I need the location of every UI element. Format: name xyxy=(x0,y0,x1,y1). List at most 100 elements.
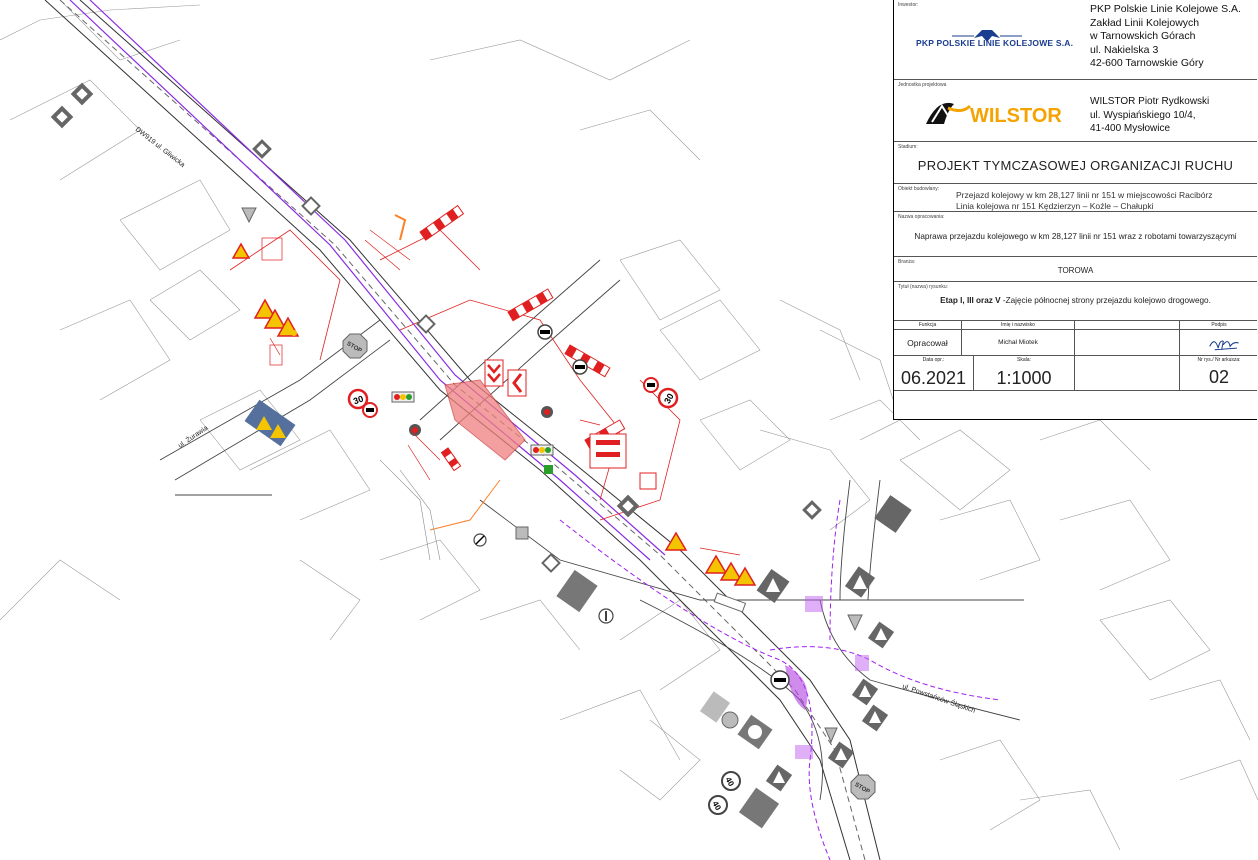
designer-line: 41-400 Mysłowice xyxy=(1090,123,1171,134)
warning-triangle-icon xyxy=(231,242,251,259)
object-line: Przejazd kolejowy w km 28,127 linii nr 1… xyxy=(956,190,1213,200)
sign-plate-icon xyxy=(639,472,657,490)
stage-row: Stadium: PROJEKT TYMCZASOWEJ ORGANIZACJI… xyxy=(894,142,1257,184)
designer-line: WILSTOR Piotr Rydkowski xyxy=(1090,96,1210,107)
pedestrian-crossing-icon xyxy=(844,566,876,598)
header-cell xyxy=(1075,321,1180,329)
barrier-5 xyxy=(440,447,462,472)
meta-header-cell: Skala: xyxy=(974,356,1075,365)
date-cell: 06.2021 xyxy=(894,365,974,390)
signature-cell xyxy=(1180,330,1258,355)
pedestrian-crossing-icon xyxy=(867,621,895,649)
meta-header-row: Data opr.: Skala: Nr rys./ Nr arkusza: xyxy=(894,356,1257,365)
sign-plate-icon xyxy=(515,526,529,540)
barrier-2 xyxy=(507,288,554,322)
drawing-title: Etap I, III oraz V -Zajęcie północnej st… xyxy=(894,296,1257,305)
drawing-title-bold: Etap I, III oraz V xyxy=(940,296,1001,305)
no-entry-icon xyxy=(598,608,614,624)
signature-icon xyxy=(1209,340,1239,351)
header-cell: Imię i nazwisko xyxy=(962,321,1075,329)
designer-address: WILSTOR Piotr Rydkowski ul. Wyspiańskieg… xyxy=(1090,95,1209,136)
investor-line: PKP Polskie Linie Kolejowe S.A. xyxy=(1090,3,1241,15)
yield-sign-icon xyxy=(241,207,257,224)
railway-crossing-icon xyxy=(589,433,627,469)
header-cell: Podpis xyxy=(1211,322,1227,328)
railway-line xyxy=(69,0,666,561)
yield-sign-icon xyxy=(824,727,838,744)
meta-header-cell xyxy=(1075,356,1180,365)
no-entry-icon xyxy=(537,324,553,340)
branch-value: TOROWA xyxy=(1057,266,1094,275)
no-overtaking-icon xyxy=(362,402,378,418)
person-cell: Michał Miotek xyxy=(962,330,1075,355)
investor-address: PKP Polskie Linie Kolejowe S.A. Zakład L… xyxy=(1090,3,1241,71)
wilstor-logo-icon: WILSTOR xyxy=(926,102,1062,127)
no-entry-icon xyxy=(473,533,487,547)
chevron-board xyxy=(507,369,527,397)
sign-plate-icon xyxy=(713,592,747,613)
designer-line: ul. Wyspiańskiego 10/4, xyxy=(1090,109,1196,121)
signoff-header-row: Funkcja Imię i nazwisko Podpis xyxy=(894,321,1257,330)
work-label: Nazwa opracowania: xyxy=(898,214,945,220)
empty-cell xyxy=(1075,365,1180,390)
branch-row: Branża: TOROWA xyxy=(894,257,1257,282)
no-entry-icon xyxy=(572,359,588,375)
role-cell: Opracował xyxy=(894,330,962,355)
speed-limit-sign: 40 xyxy=(708,795,728,815)
info-sign-icon xyxy=(874,495,912,533)
pedestrian-crossing-icon xyxy=(861,704,889,732)
direction-sign-icon xyxy=(737,714,773,750)
title-block: Inwestor: PKP POLSKIE LINIE KOLEJOWE S.A… xyxy=(893,0,1257,420)
pedestrian-crossing-icon xyxy=(827,741,855,769)
street-label: ul. Powstańców Śląskich xyxy=(901,681,977,714)
branch-label: Branża: xyxy=(898,259,916,265)
pedestrian-crossing-icon xyxy=(756,569,790,603)
drawing-label: Tytuł (nazwa) rysunku: xyxy=(898,284,949,290)
info-sign-icon xyxy=(738,787,780,829)
pedestrian-crossing-icon xyxy=(765,764,793,792)
stop-signs: STOP STOP xyxy=(342,333,876,800)
investor-line: ul. Nakielska 3 xyxy=(1090,43,1159,56)
investor-label: Inwestor: xyxy=(898,2,919,8)
investor-line: 42-600 Tarnowskie Góry xyxy=(1090,57,1204,70)
warning-triangle-icon xyxy=(704,554,728,574)
no-entry-icon xyxy=(770,670,790,690)
meta-value-row: 06.2021 1:1000 02 xyxy=(894,365,1257,391)
stop-sign-icon: STOP xyxy=(850,774,876,800)
pkp-logo-text: PKP POLSKIE LINIE KOLEJOWE S.A. xyxy=(916,38,1074,48)
street-label: DW919 ul. Gliwicka xyxy=(134,126,186,169)
sign-plate-icon xyxy=(721,711,739,729)
svg-text:WILSTOR: WILSTOR xyxy=(970,105,1062,127)
street-label: ul. Żurawia xyxy=(176,423,210,450)
drawing-title-row: Tytuł (nazwa) rysunku: Etap I, III oraz … xyxy=(894,282,1257,321)
warning-lamp-icon xyxy=(291,330,297,336)
speed-limit-sign: 40 xyxy=(721,771,741,791)
green-signal-icon xyxy=(544,465,553,474)
meta-header-cell: Nr rys./ Nr arkusza: xyxy=(1197,357,1241,363)
priority-road-icon xyxy=(541,553,561,573)
object-label: Obiekt budowlany: xyxy=(898,186,940,192)
yield-sign-icon xyxy=(847,614,863,632)
priority-road-icon xyxy=(416,314,436,334)
signoff-row: Opracował Michał Miotek xyxy=(894,330,1257,356)
investor-line: Zakład Linii Kolejowych xyxy=(1090,16,1200,29)
traffic-light-icon xyxy=(530,444,554,456)
scale-cell: 1:1000 xyxy=(974,365,1075,390)
meta-header-cell: Data opr.: xyxy=(894,356,974,365)
priority-road-icon xyxy=(70,82,94,106)
stage-label: Stadium: xyxy=(898,144,918,150)
drawing-title-rest: -Zajęcie północnej strony przejazdu kole… xyxy=(1000,296,1211,305)
work-value: Naprawa przejazdu kolejowego w km 28,127… xyxy=(914,232,1237,241)
empty-cell xyxy=(1075,330,1180,355)
priority-road-icon xyxy=(802,500,822,520)
investor-line: w Tarnowskich Górach xyxy=(1090,30,1196,43)
work-row: Nazwa opracowania: Naprawa przejazdu kol… xyxy=(894,212,1257,257)
barrier-1 xyxy=(419,204,465,241)
sheet-cell: 02 xyxy=(1208,367,1230,387)
priority-road-icon xyxy=(50,105,74,129)
stage-value: PROJEKT TYMCZASOWEJ ORGANIZACJI RUCHU xyxy=(917,158,1234,173)
traffic-light-icon xyxy=(409,424,421,436)
object-row: Obiekt budowlany: Przejazd kolejowy w km… xyxy=(894,184,1257,212)
info-sign-icon xyxy=(244,399,296,447)
info-sign-icon xyxy=(556,569,598,613)
